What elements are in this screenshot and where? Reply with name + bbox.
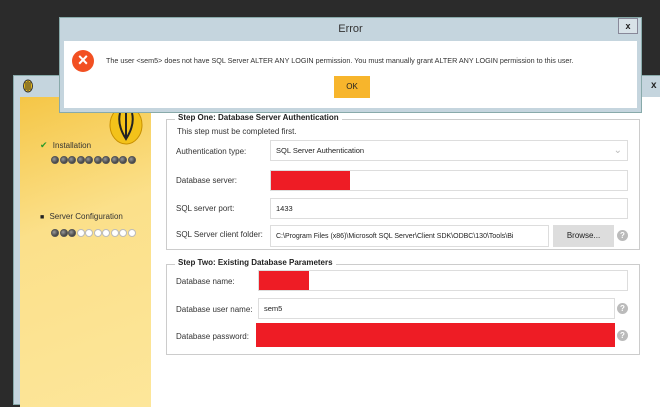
client-folder-input[interactable]: C:\Program Files (x86)\Microsoft SQL Ser…: [270, 225, 549, 247]
chevron-down-icon: ⌄: [613, 145, 622, 156]
db-password-label: Database password:: [176, 332, 249, 341]
step-one-title: Step One: Database Server Authentication: [175, 113, 342, 122]
error-message: The user <sem5> does not have SQL Server…: [106, 56, 574, 65]
error-icon: ×: [72, 50, 94, 72]
port-label: SQL server port:: [176, 204, 235, 213]
installation-progress: [51, 155, 136, 164]
auth-type-select[interactable]: SQL Server Authentication ⌄: [270, 140, 628, 161]
sidebar-step-installation: ✔ Installation: [40, 140, 91, 151]
port-value: 1433: [276, 204, 293, 213]
dialog-body: × The user <sem5> does not have SQL Serv…: [64, 41, 637, 108]
port-input[interactable]: 1433: [270, 198, 628, 219]
client-folder-value: C:\Program Files (x86)\Microsoft SQL Ser…: [276, 232, 514, 240]
ok-button[interactable]: OK: [334, 76, 370, 98]
db-password-input[interactable]: [256, 323, 615, 347]
client-folder-label: SQL Server client folder:: [176, 230, 263, 239]
app-logo-icon: [23, 79, 33, 93]
auth-type-value: SQL Server Authentication: [276, 146, 365, 155]
browse-button[interactable]: Browse...: [553, 225, 614, 247]
dialog-close-button[interactable]: x: [618, 18, 638, 34]
error-dialog: Error x × The user <sem5> does not have …: [59, 17, 642, 113]
help-icon[interactable]: ?: [617, 330, 628, 341]
sidebar-step-server-configuration: ■ Server Configuration: [40, 212, 123, 221]
db-name-label: Database name:: [176, 277, 235, 286]
db-server-input[interactable]: [270, 170, 628, 191]
db-user-value: sem5: [264, 304, 283, 313]
db-user-input[interactable]: sem5: [258, 298, 615, 319]
step-two-title: Step Two: Existing Database Parameters: [175, 258, 336, 267]
step-one-note: This step must be completed first.: [177, 127, 297, 136]
dialog-title: Error: [338, 23, 363, 35]
main-close-button[interactable]: x: [651, 80, 657, 91]
db-server-label: Database server:: [176, 176, 237, 185]
auth-type-label: Authentication type:: [176, 147, 247, 156]
current-step-icon: ■: [40, 214, 45, 221]
sidebar: ✔ Installation ■ Server Configuration: [20, 97, 151, 407]
step-label: Server Configuration: [49, 212, 123, 221]
db-user-label: Database user name:: [176, 305, 253, 314]
redacted-value: [259, 271, 309, 290]
step-label: Installation: [52, 141, 92, 150]
help-icon[interactable]: ?: [617, 303, 628, 314]
server-config-progress: [51, 228, 136, 237]
help-icon[interactable]: ?: [617, 230, 628, 241]
check-icon: ✔: [40, 140, 48, 150]
db-name-input[interactable]: [258, 270, 628, 291]
redacted-value: [271, 171, 350, 190]
